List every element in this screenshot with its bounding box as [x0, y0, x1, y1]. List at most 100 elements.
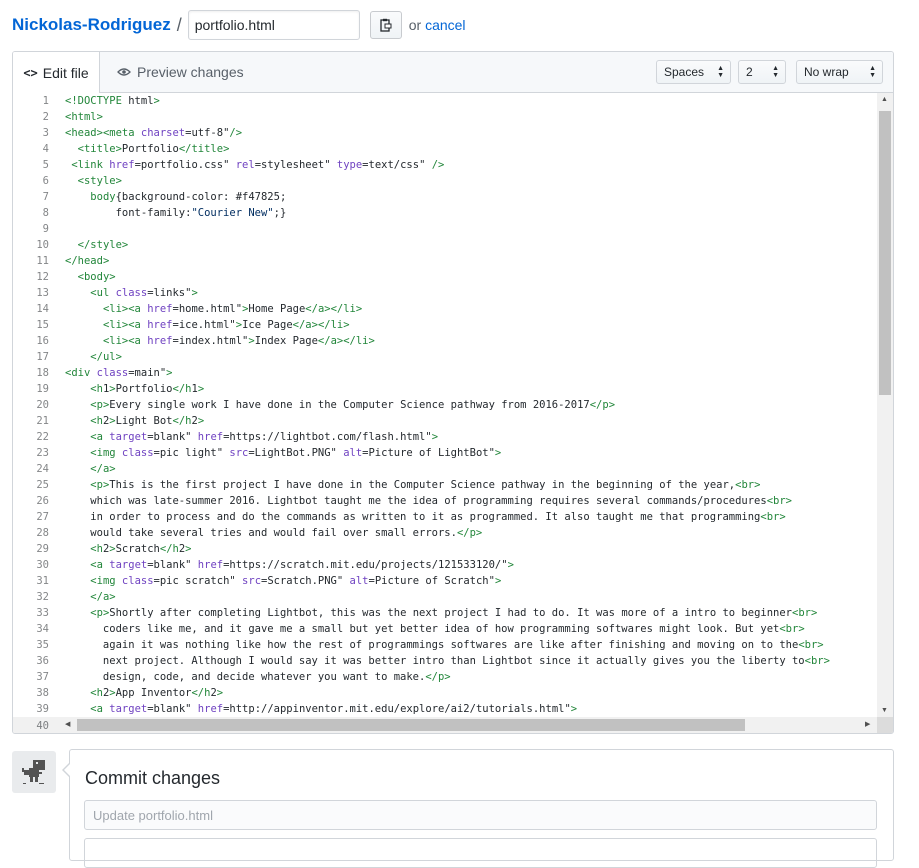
indent-mode-value: Spaces [664, 65, 705, 79]
code-line[interactable]: 9 [13, 221, 877, 237]
code-line[interactable]: 22 <a target=blank" href=https://lightbo… [13, 429, 877, 445]
line-number: 15 [36, 319, 49, 331]
scrollbar-corner [877, 717, 893, 733]
line-number: 40 [36, 720, 49, 732]
code-text: <!DOCTYPE html> [65, 95, 160, 107]
code-line[interactable]: 27 in order to process and do the comman… [13, 509, 877, 525]
line-number: 30 [36, 559, 49, 571]
code-line[interactable]: 7 body{background-color: #f47825; [13, 189, 877, 205]
code-line[interactable]: 38 <h2>App Inventor</h2> [13, 685, 877, 701]
code-icon: <> [23, 65, 38, 80]
code-line[interactable]: 32 </a> [13, 589, 877, 605]
line-number: 8 [42, 207, 49, 219]
code-text: <h2>Light Bot</h2> [90, 415, 205, 427]
code-text: </a> [90, 591, 116, 603]
code-line[interactable]: 1 <!DOCTYPE html> [13, 93, 877, 109]
code-line[interactable]: 19 <h1>Portfolio</h1> [13, 381, 877, 397]
code-line[interactable]: 6 <style> [13, 173, 877, 189]
vertical-scrollbar[interactable]: ▲ ▼ [877, 93, 893, 717]
code-text: <style> [77, 175, 122, 187]
code-editor[interactable]: 1 <!DOCTYPE html> 2 <html> 3 <head><meta char… [13, 93, 877, 717]
line-number: 39 [36, 703, 49, 715]
line-number: 25 [36, 479, 49, 491]
code-text: <h1>Portfolio</h1> [90, 383, 205, 395]
horizontal-scrollbar[interactable]: ◀ ▶ [13, 717, 877, 733]
code-text: which was late-summer 2016. Lightbot tau… [65, 495, 792, 507]
scroll-right-icon[interactable]: ▶ [865, 720, 870, 728]
line-number: 18 [36, 367, 49, 379]
code-line[interactable]: 12 <body> [13, 269, 877, 285]
copy-path-button[interactable] [369, 11, 402, 39]
filename-input[interactable] [187, 10, 360, 40]
vertical-scroll-thumb[interactable] [879, 111, 891, 395]
indent-mode-select[interactable]: Spaces ▲ ▼ [656, 60, 731, 84]
code-line[interactable]: 20 <p>Every single work I have done in t… [13, 397, 877, 413]
code-line[interactable]: 21 <h2>Light Bot</h2> [13, 413, 877, 429]
code-text: <title>Portfolio</title> [77, 143, 230, 155]
code-line[interactable]: 17 </ul> [13, 349, 877, 365]
code-text: again it was nothing like how the rest o… [65, 639, 824, 651]
code-line[interactable]: 25 <p>This is the first project I have d… [13, 477, 877, 493]
indent-size-select[interactable]: 2 ▲ ▼ [738, 60, 786, 84]
code-line[interactable]: 31 <img class=pic scratch" src=Scratch.P… [13, 573, 877, 589]
code-line[interactable]: 11 </head> [13, 253, 877, 269]
code-line[interactable]: 14 <li><a href=home.html">Home Page</a><… [13, 301, 877, 317]
select-arrows-icon: ▲ ▼ [772, 65, 779, 79]
commit-summary-input[interactable] [84, 800, 877, 830]
file-editor: <> Edit file Preview changes Spaces ▲ ▼ 2… [12, 51, 894, 734]
commit-description-field[interactable] [84, 838, 877, 868]
scroll-down-icon[interactable]: ▼ [881, 707, 888, 714]
scroll-up-icon[interactable]: ▲ [881, 96, 888, 103]
code-line[interactable]: 30 <a target=blank" href=https://scratch… [13, 557, 877, 573]
indent-size-value: 2 [746, 65, 753, 79]
line-number: 38 [36, 687, 49, 699]
line-number: 11 [36, 255, 49, 267]
clipboard-icon [380, 18, 392, 32]
code-line[interactable]: 3 <head><meta charset=utf-8"/> [13, 125, 877, 141]
code-line[interactable]: 37 design, code, and decide whatever you… [13, 669, 877, 685]
code-line[interactable]: 35 again it was nothing like how the res… [13, 637, 877, 653]
scroll-left-icon[interactable]: ◀ [65, 720, 70, 728]
line-number: 20 [36, 399, 49, 411]
code-line[interactable]: 26 which was late-summer 2016. Lightbot … [13, 493, 877, 509]
code-text: </style> [77, 239, 129, 251]
code-text: in order to process and do the commands … [65, 511, 786, 523]
line-number: 7 [42, 191, 49, 203]
code-line[interactable]: 4 <title>Portfolio</title> [13, 141, 877, 157]
code-line[interactable]: 23 <img class=pic light" src=LightBot.PN… [13, 445, 877, 461]
horizontal-scroll-thumb[interactable] [77, 719, 745, 731]
tab-preview-label: Preview changes [137, 64, 244, 80]
code-text: <li><a href=index.html">Index Page</a></… [102, 335, 375, 347]
tab-edit-file[interactable]: <> Edit file [13, 52, 100, 93]
line-number: 32 [36, 591, 49, 603]
line-number: 2 [42, 111, 49, 123]
code-line[interactable]: 36 next project. Although I would say it… [13, 653, 877, 669]
code-line[interactable]: 10 </style> [13, 237, 877, 253]
code-text: <a target=blank" href=http://appinventor… [90, 703, 578, 715]
code-line[interactable]: 18 <div class=main"> [13, 365, 877, 381]
repo-owner-link[interactable]: Nickolas-Rodriguez [12, 15, 171, 35]
code-line[interactable]: 2 <html> [13, 109, 877, 125]
code-line[interactable]: 5 <link href=portfolio.css" rel=styleshe… [13, 157, 877, 173]
code-line[interactable]: 15 <li><a href=ice.html">Ice Page</a></l… [13, 317, 877, 333]
code-text: coders like me, and it gave me a small b… [65, 623, 805, 635]
code-line[interactable]: 16 <li><a href=index.html">Index Page</a… [13, 333, 877, 349]
code-text: <ul class=links"> [90, 287, 198, 299]
line-number: 9 [42, 223, 49, 235]
eye-icon [117, 67, 131, 77]
code-line[interactable]: 39 <a target=blank" href=http://appinven… [13, 701, 877, 717]
line-number: 12 [36, 271, 49, 283]
code-line[interactable]: 13 <ul class=links"> [13, 285, 877, 301]
code-line[interactable]: 34 coders like me, and it gave me a smal… [13, 621, 877, 637]
code-line[interactable]: 24 </a> [13, 461, 877, 477]
line-number: 22 [36, 431, 49, 443]
code-line[interactable]: 29 <h2>Scratch</h2> [13, 541, 877, 557]
line-wrap-select[interactable]: No wrap ▲ ▼ [796, 60, 883, 84]
code-line[interactable]: 28 would take several tries and would fa… [13, 525, 877, 541]
code-text: <li><a href=home.html">Home Page</a></li… [102, 303, 363, 315]
code-line[interactable]: 33 <p>Shortly after completing Lightbot,… [13, 605, 877, 621]
code-text: </a> [90, 463, 116, 475]
cancel-link[interactable]: cancel [425, 17, 465, 33]
code-line[interactable]: 8 font-family:"Courier New";} [13, 205, 877, 221]
tab-preview-changes[interactable]: Preview changes [117, 52, 244, 92]
